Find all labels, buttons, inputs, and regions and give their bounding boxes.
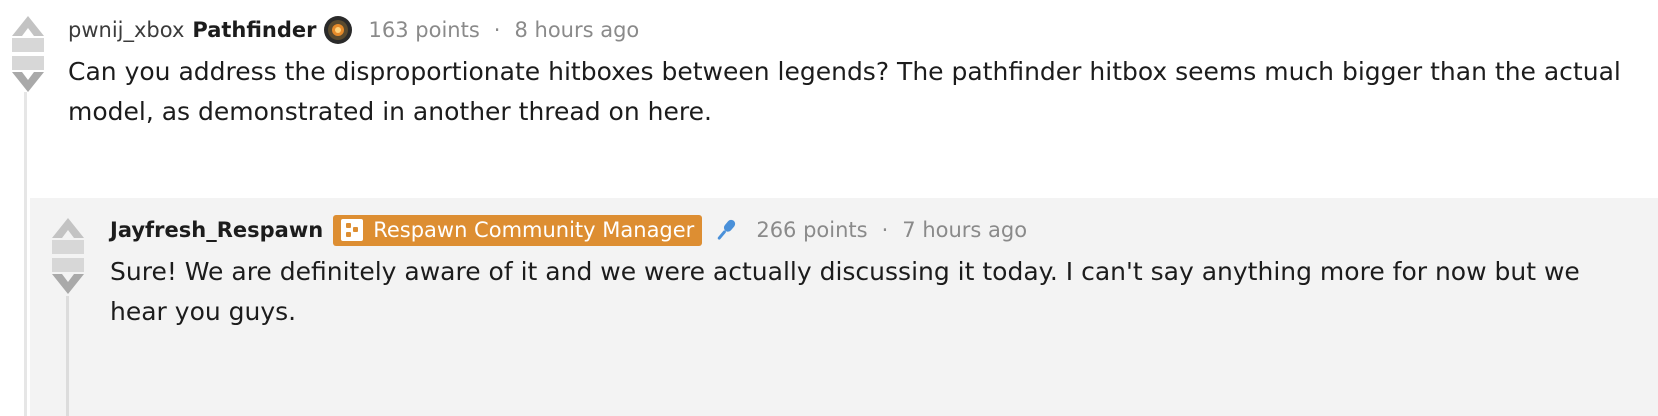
vote-icon: [52, 218, 84, 294]
reply-thread-line[interactable]: [66, 296, 69, 416]
comment-time[interactable]: 8 hours ago: [514, 18, 639, 42]
downvote-icon[interactable]: [12, 56, 44, 92]
user-flair: Pathfinder: [192, 18, 317, 42]
comment-meta: pwnij_xbox Pathfinder 163 points · 8 hou…: [68, 14, 1638, 46]
comment-points: 266 points: [756, 218, 868, 242]
comment-time[interactable]: 7 hours ago: [902, 218, 1027, 242]
username[interactable]: pwnij_xbox: [68, 18, 184, 42]
microphone-icon: [718, 219, 736, 240]
comment-text: Sure! We are definitely aware of it and …: [110, 257, 1580, 326]
vote-arrows: [48, 216, 88, 296]
pathfinder-flair-icon: [323, 16, 352, 44]
comment-body: pwnij_xbox Pathfinder 163 points · 8 hou…: [68, 14, 1638, 132]
separator-dot: ·: [881, 218, 889, 242]
separator-dot: ·: [493, 18, 501, 42]
comment-body: Jayfresh_Respawn Respawn Community Manag…: [110, 214, 1638, 332]
badge-label: Respawn Community Manager: [373, 217, 695, 242]
vote-arrows: [8, 14, 48, 94]
moderator-badge-icon: [341, 218, 364, 241]
comment-points: 163 points: [368, 18, 480, 42]
upvote-icon[interactable]: [12, 16, 44, 52]
comment: pwnij_xbox Pathfinder 163 points · 8 hou…: [0, 0, 1658, 198]
comment-meta: Jayfresh_Respawn Respawn Community Manag…: [110, 214, 1638, 246]
moderator-badge: Respawn Community Manager: [333, 214, 703, 246]
reply-comment: Jayfresh_Respawn Respawn Community Manag…: [30, 198, 1658, 416]
upvote-icon[interactable]: [52, 218, 84, 254]
vote-icon: [12, 16, 44, 92]
comment-text: Can you address the disproportionate hit…: [68, 57, 1621, 126]
username[interactable]: Jayfresh_Respawn: [110, 218, 323, 242]
downvote-icon[interactable]: [52, 258, 84, 294]
